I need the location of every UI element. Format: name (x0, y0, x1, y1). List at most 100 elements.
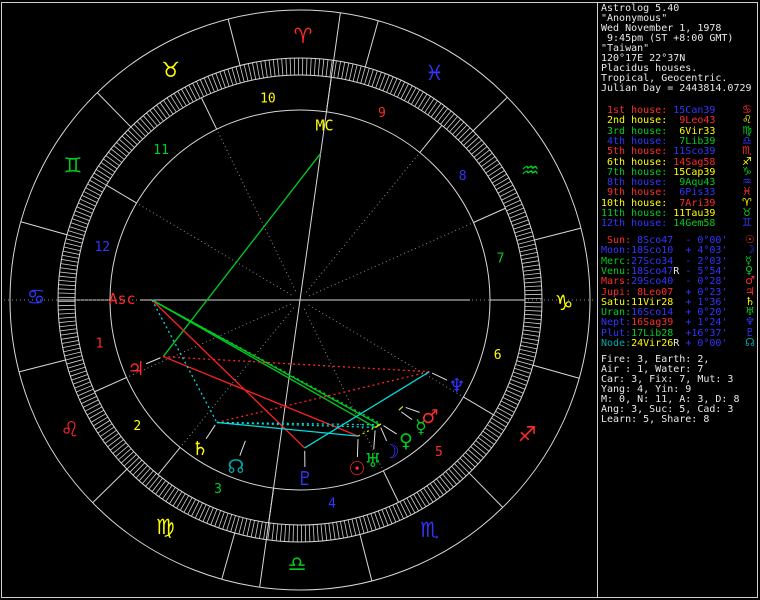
degree-tick (491, 417, 507, 428)
degree-tick (325, 59, 329, 77)
house-cusp-line (305, 152, 421, 293)
degree-tick (523, 321, 541, 325)
house-cusp-divider (200, 97, 218, 130)
degree-tick (239, 65, 245, 83)
degree-tick (112, 442, 127, 454)
sign-glyph-taurus: ♉ (161, 58, 180, 82)
planet-pointer-mercury (401, 411, 413, 420)
sign-boundary (96, 92, 132, 128)
house-number-7: 7 (497, 251, 505, 266)
planet-pointer-uranus (373, 430, 376, 450)
degree-tick (103, 158, 118, 170)
house-cusp-line (179, 307, 295, 448)
aspect-conjunction-mercury-mars (398, 405, 404, 411)
sign-glyph-libra: ♎ (288, 552, 307, 576)
degree-tick (256, 61, 260, 79)
degree-tick (463, 133, 477, 146)
degree-tick (310, 58, 312, 76)
degree-tick (59, 271, 77, 275)
sign-boundary (221, 532, 236, 580)
degree-tick (281, 58, 284, 76)
degree-tick (523, 268, 541, 272)
degree-tick (135, 465, 148, 479)
degree-tick (452, 121, 465, 135)
degree-tick (60, 263, 78, 267)
degree-tick (477, 437, 492, 449)
degree-tick (502, 397, 519, 406)
degree-tick (66, 234, 84, 240)
degree-tick (516, 235, 534, 241)
degree-tick (93, 172, 109, 183)
house-number-5: 5 (435, 445, 443, 460)
sign-boundary (18, 359, 66, 373)
degree-tick (312, 524, 315, 542)
degree-tick (146, 112, 158, 127)
degree-tick (67, 362, 85, 369)
degree-tick (58, 316, 76, 319)
degree-tick (454, 463, 467, 477)
degree-tick (58, 284, 76, 287)
degree-tick (514, 227, 532, 234)
degree-tick (138, 467, 151, 482)
degree-tick (370, 513, 377, 530)
house-cusp-divider (106, 184, 137, 204)
degree-tick (230, 515, 236, 532)
degree-tick (107, 436, 122, 448)
degree-tick (250, 520, 255, 538)
degree-tick (493, 414, 509, 424)
degree-tick (324, 523, 328, 541)
degree-tick (341, 62, 346, 79)
degree-tick (124, 132, 138, 145)
planet-pointer-sun (356, 439, 359, 458)
house-number-4: 4 (328, 496, 336, 511)
degree-tick (82, 399, 99, 408)
degree-tick (100, 162, 116, 173)
degree-tick (64, 351, 82, 357)
house-sign-icon: ♊ (742, 216, 752, 229)
degree-tick (169, 489, 179, 504)
degree-tick (399, 501, 408, 518)
degree-tick (126, 456, 140, 470)
degree-tick (87, 183, 103, 193)
degree-tick (356, 65, 362, 83)
degree-tick (159, 102, 171, 117)
degree-tick (246, 519, 252, 537)
summary-line: Learn: 5, Share: 8 (601, 414, 710, 425)
degree-tick (413, 493, 423, 510)
degree-tick (181, 88, 191, 105)
degree-tick (130, 126, 144, 140)
sign-glyph-aries: ♈ (294, 24, 313, 48)
sign-glyph-aquarius: ♒ (521, 159, 540, 183)
degree-tick (470, 446, 484, 458)
degree-tick (523, 325, 541, 329)
degree-tick (62, 343, 80, 349)
degree-tick (104, 433, 120, 444)
degree-tick (65, 238, 83, 244)
house-table-row: 12th house: 14Gem58 (601, 218, 716, 229)
degree-tick (367, 69, 374, 86)
degree-tick (155, 480, 167, 495)
degree-tick (459, 457, 473, 471)
degree-tick (254, 521, 259, 538)
sign-boundary (359, 534, 373, 582)
degree-tick (421, 96, 431, 111)
degree-tick (86, 406, 103, 416)
degree-tick (142, 470, 154, 484)
degree-tick (143, 115, 155, 129)
degree-tick (489, 421, 504, 431)
degree-tick (172, 491, 183, 507)
degree-tick (519, 247, 537, 253)
degree-tick (416, 491, 427, 507)
house-cusp-divider (382, 470, 400, 503)
degree-tick (183, 497, 193, 513)
degree-tick (166, 97, 177, 113)
degree-tick (108, 151, 123, 163)
degree-tick (433, 480, 444, 496)
degree-tick (343, 520, 349, 538)
degree-tick (524, 313, 542, 316)
degree-tick (184, 86, 194, 103)
degree-tick (59, 320, 77, 323)
degree-tick (70, 370, 87, 377)
degree-tick (62, 254, 79, 259)
degree-tick (275, 523, 279, 541)
